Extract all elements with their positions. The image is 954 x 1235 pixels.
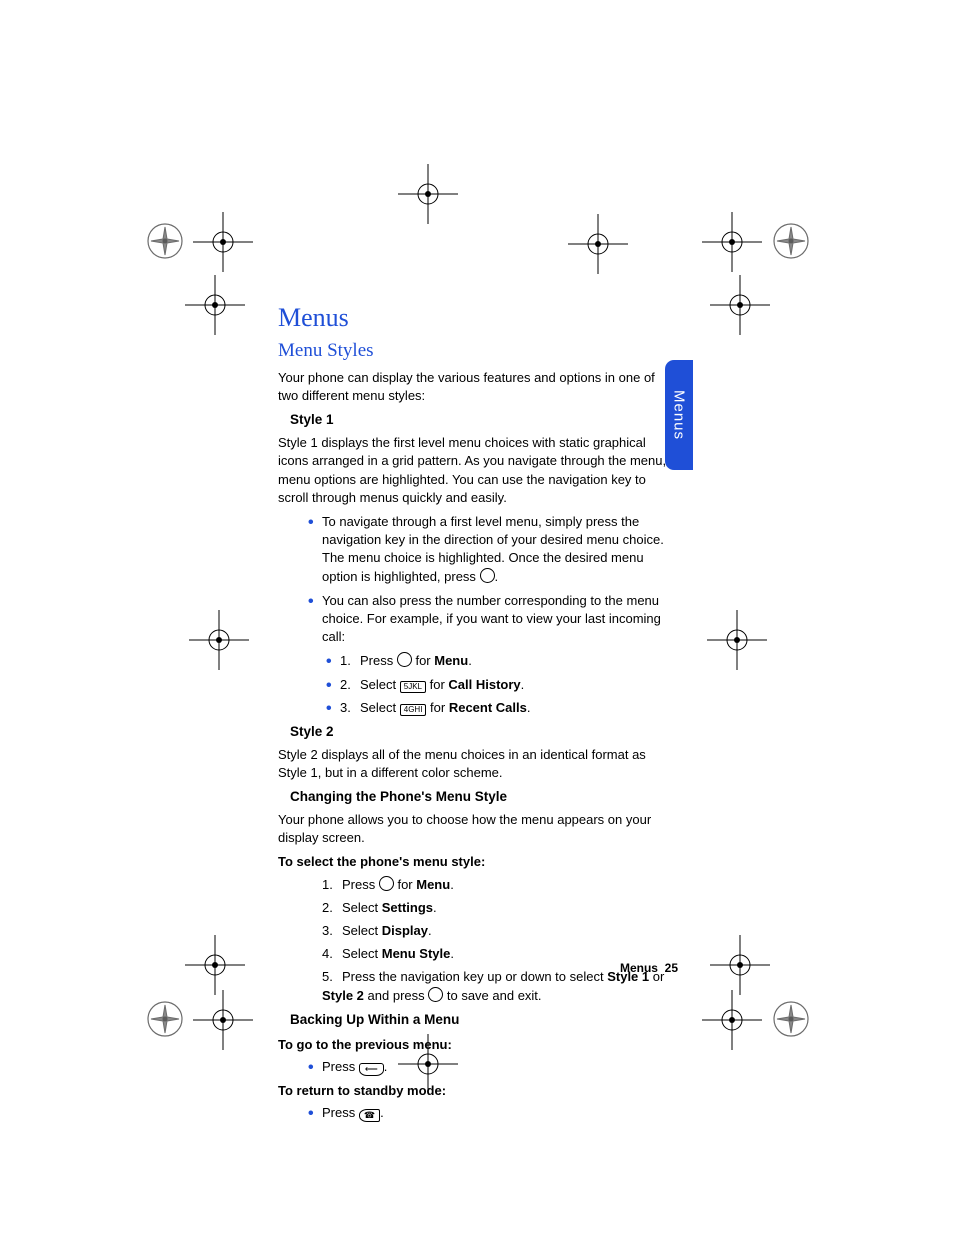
page-content: Menus Menu Styles Your phone can display… xyxy=(278,300,678,1128)
registration-cross xyxy=(710,935,770,995)
registration-cross xyxy=(193,212,253,272)
registration-cross xyxy=(398,164,458,224)
registration-cross xyxy=(710,275,770,335)
ok-key-icon xyxy=(397,652,412,667)
registration-cross xyxy=(568,214,628,274)
ok-key-icon xyxy=(480,568,495,583)
registration-cross xyxy=(702,990,762,1050)
backing-bullets2: Press ☎. xyxy=(308,1104,678,1122)
style1-body: Style 1 displays the first level menu ch… xyxy=(278,434,678,507)
registration-cross xyxy=(189,610,249,670)
list-item: 2.Select 5JKL for Call History. xyxy=(326,676,678,694)
ok-key-icon xyxy=(428,987,443,1002)
registration-cross xyxy=(702,212,762,272)
chapter-title: Menus xyxy=(278,300,678,336)
registration-cross xyxy=(185,275,245,335)
keypad-5-icon: 5JKL xyxy=(400,681,426,693)
changing-body: Your phone allows you to choose how the … xyxy=(278,811,678,847)
ok-key-icon xyxy=(379,876,394,891)
changing-steps: 1.Press for Menu. 2.Select Settings. 3.S… xyxy=(322,876,678,1005)
backing-runin1: To go to the previous menu: xyxy=(278,1036,678,1054)
changing-heading: Changing the Phone's Menu Style xyxy=(290,788,678,807)
backing-heading: Backing Up Within a Menu xyxy=(290,1011,678,1030)
section-title: Menu Styles xyxy=(278,338,678,365)
registration-cross xyxy=(193,990,253,1050)
list-item: 3.Select 4GHI for Recent Calls. xyxy=(326,699,678,717)
style1-bullets: To navigate through a first level menu, … xyxy=(308,513,678,717)
list-item: To navigate through a first level menu, … xyxy=(308,513,678,586)
intro-text: Your phone can display the various featu… xyxy=(278,369,678,405)
list-item: Press ⟵. xyxy=(308,1058,678,1076)
style1-steps: 1.Press for Menu. 2.Select 5JKL for Call… xyxy=(326,652,678,717)
list-item: 1.Press for Menu. xyxy=(322,876,678,894)
registration-cross xyxy=(707,610,767,670)
style2-body: Style 2 displays all of the menu choices… xyxy=(278,746,678,782)
keypad-4-icon: 4GHI xyxy=(400,704,427,716)
style2-heading: Style 2 xyxy=(290,723,678,742)
registration-ornament xyxy=(772,222,810,260)
list-item: 1.Press for Menu. xyxy=(326,652,678,670)
backing-bullets1: Press ⟵. xyxy=(308,1058,678,1076)
registration-ornament xyxy=(146,222,184,260)
page-footer: Menus 25 xyxy=(620,960,678,977)
list-item: 2.Select Settings. xyxy=(322,899,678,917)
backing-runin2: To return to standby mode: xyxy=(278,1082,678,1100)
list-item: You can also press the number correspond… xyxy=(308,592,678,717)
footer-number: 25 xyxy=(665,961,678,975)
list-item: 3.Select Display. xyxy=(322,922,678,940)
registration-cross xyxy=(185,935,245,995)
registration-ornament xyxy=(146,1000,184,1038)
changing-runin: To select the phone's menu style: xyxy=(278,853,678,871)
registration-ornament xyxy=(772,1000,810,1038)
list-item: Press ☎. xyxy=(308,1104,678,1122)
back-key-icon: ⟵ xyxy=(359,1063,384,1076)
end-key-icon: ☎ xyxy=(359,1109,380,1122)
footer-label: Menus xyxy=(620,961,658,975)
style1-heading: Style 1 xyxy=(290,411,678,430)
